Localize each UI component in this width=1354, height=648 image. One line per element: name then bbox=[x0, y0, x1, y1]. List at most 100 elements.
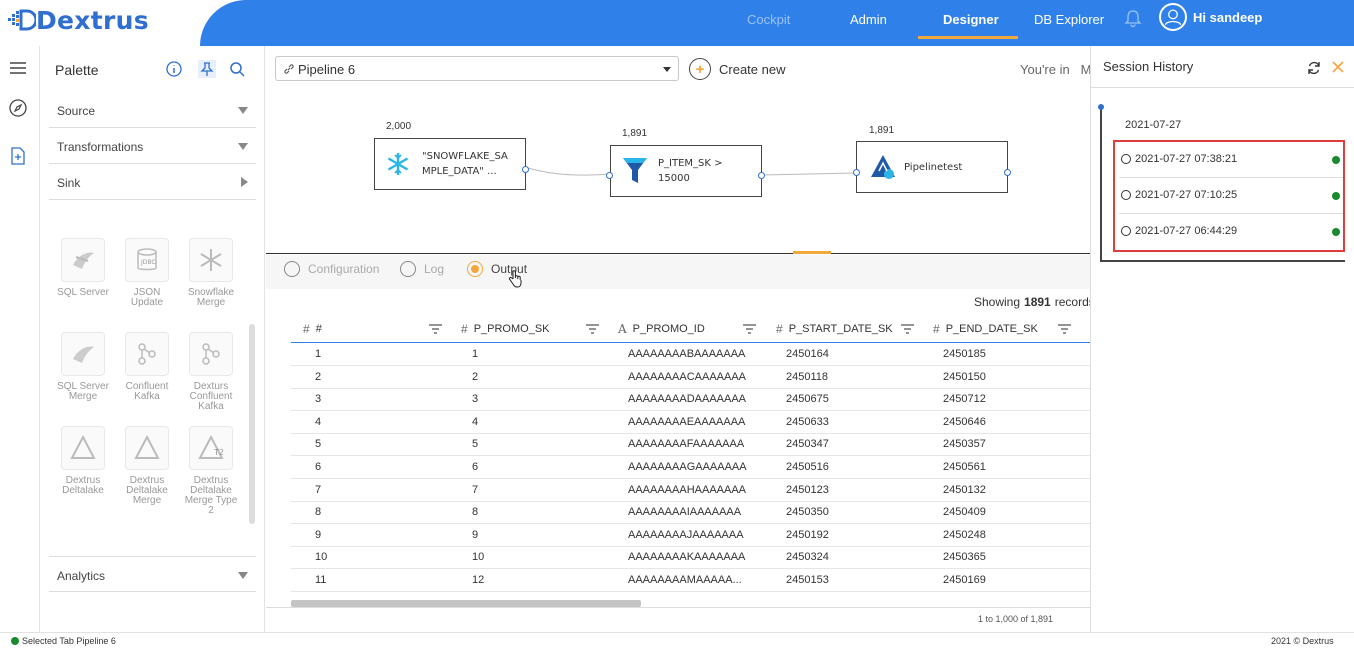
column-header[interactable]: # P_START_DATE_SK bbox=[776, 322, 893, 336]
pipeline-select[interactable]: Pipeline 6 bbox=[275, 56, 679, 81]
nav-db-explorer[interactable]: DB Explorer bbox=[1034, 12, 1104, 27]
palette-tile-dextrus-deltalake[interactable]: Dextrus Deltalake bbox=[53, 426, 113, 496]
refresh-icon[interactable] bbox=[1307, 61, 1321, 75]
filter-menu-icon[interactable] bbox=[901, 324, 914, 334]
table-cell: 7 bbox=[315, 483, 322, 496]
table-row[interactable]: 3 3 AAAAAAAADAAAAAAA 2450675 2450712 bbox=[291, 388, 1090, 412]
palette-tile-sql-server[interactable]: SQL Server bbox=[53, 238, 113, 298]
table-row[interactable]: 6 6 AAAAAAAAGAAAAAAA 2450516 2450561 bbox=[291, 456, 1090, 479]
bell-icon[interactable] bbox=[1123, 8, 1143, 28]
plus-icon: + bbox=[689, 58, 711, 80]
table-cell: 3 bbox=[315, 393, 322, 406]
palette-section-analytics[interactable]: Analytics bbox=[49, 556, 256, 592]
table-row[interactable]: 7 7 AAAAAAAAHAAAAAAA 2450123 2450132 bbox=[291, 479, 1090, 502]
tab-log[interactable]: Log bbox=[400, 261, 444, 277]
panel-splitter[interactable] bbox=[266, 253, 1090, 254]
table-cell: AAAAAAAAGAAAAAAA bbox=[628, 461, 747, 473]
palette-scrollbar[interactable] bbox=[249, 324, 255, 524]
add-pipeline-icon[interactable] bbox=[8, 146, 28, 166]
section-label: Transformations bbox=[57, 140, 144, 154]
session-items-highlight: 2021-07-27 07:38:21 2021-07-27 07:10:25 … bbox=[1113, 140, 1345, 252]
grid-horizontal-scrollbar[interactable] bbox=[291, 600, 641, 607]
table-row[interactable]: 10 10 AAAAAAAAKAAAAAAA 2450324 2450365 bbox=[291, 546, 1090, 570]
table-row[interactable]: 4 4 AAAAAAAAEAAAAAAA 2450633 2450646 bbox=[291, 411, 1090, 434]
close-icon[interactable] bbox=[1331, 60, 1345, 74]
palette-tile-dextrus-deltalake-merge[interactable]: Dextrus Deltalake Merge bbox=[117, 426, 177, 506]
column-name: P_PROMO_ID bbox=[632, 323, 705, 335]
table-row[interactable]: 5 5 AAAAAAAAFAAAAAAA 2450347 2450357 bbox=[291, 433, 1090, 457]
footer-copyright: 2021 © Dextrus bbox=[1271, 636, 1334, 646]
node-label-line1: "SNOWFLAKE_SA bbox=[422, 151, 508, 162]
deltalake-merge-type2-icon: T2 bbox=[198, 434, 224, 459]
filter-menu-icon[interactable] bbox=[1058, 324, 1071, 334]
palette-tile-dextrus-deltalake-merge-type-2[interactable]: T2 Dextrus Deltalake Merge Type 2 bbox=[181, 426, 241, 516]
pipeline-node-filter[interactable]: P_ITEM_SK > 15000 bbox=[610, 145, 762, 197]
grid-header: # # # P_PROMO_SK A P_PROMO_ID # P_START_DATE… bbox=[291, 317, 1090, 343]
clock-icon bbox=[1121, 226, 1131, 236]
filter-menu-icon[interactable] bbox=[586, 324, 599, 334]
table-row[interactable]: 8 8 AAAAAAAAIAAAAAAA 2450350 2450409 bbox=[291, 501, 1090, 525]
column-header[interactable]: # P_END_DATE_SK bbox=[933, 322, 1038, 336]
palette-section-source[interactable]: Source bbox=[49, 92, 256, 128]
tab-configuration[interactable]: Configuration bbox=[284, 261, 379, 277]
table-cell: 2450350 bbox=[786, 506, 829, 519]
palette-section-sink[interactable]: Sink bbox=[49, 164, 256, 200]
pipeline-node-source[interactable]: "SNOWFLAKE_SA MPLE_DATA" ... bbox=[374, 138, 526, 190]
column-header[interactable]: # P_PROMO_SK bbox=[461, 322, 550, 336]
session-date: 2021-07-27 bbox=[1125, 119, 1182, 131]
input-port[interactable] bbox=[853, 169, 860, 176]
nav-admin[interactable]: Admin bbox=[850, 12, 887, 27]
hamburger-menu-icon[interactable] bbox=[8, 58, 28, 78]
palette-tile-json-update[interactable]: JDBC JSON Update bbox=[117, 238, 177, 308]
showing-label: Showing bbox=[974, 295, 1021, 309]
session-history-title: Session History bbox=[1103, 59, 1194, 74]
table-row[interactable]: 1 1 AAAAAAAABAAAAAAA 2450164 2450185 bbox=[291, 343, 1090, 366]
input-port[interactable] bbox=[606, 172, 613, 179]
table-row[interactable]: 9 9 AAAAAAAAJAAAAAAA 2450192 2450248 bbox=[291, 524, 1090, 547]
records-count: Showing 1891 records bbox=[974, 295, 1095, 309]
palette-tile-snowflake-merge[interactable]: Snowflake Merge bbox=[181, 238, 241, 308]
session-item[interactable]: 2021-07-27 06:44:29 bbox=[1119, 214, 1343, 250]
pipeline-node-sink[interactable]: Pipelinetest bbox=[856, 141, 1008, 193]
table-row[interactable]: 11 12 AAAAAAAAMAAAAA... 2450153 2450169 bbox=[291, 569, 1090, 592]
filter-menu-icon[interactable] bbox=[743, 324, 756, 334]
palette-tile-dexturs-confluent-kafka[interactable]: Dexturs Confluent Kafka bbox=[181, 332, 241, 412]
nav-cockpit[interactable]: Cockpit bbox=[747, 12, 790, 27]
table-cell: 10 bbox=[315, 551, 328, 564]
output-port[interactable] bbox=[1004, 169, 1011, 176]
output-port[interactable] bbox=[522, 166, 529, 173]
showing-count: 1891 bbox=[1024, 295, 1051, 309]
palette-section-transformations[interactable]: Transformations bbox=[49, 128, 256, 164]
deltalake-sink-icon bbox=[871, 155, 895, 179]
user-avatar-icon[interactable] bbox=[1159, 3, 1187, 31]
kafka-icon bbox=[202, 343, 220, 365]
info-icon[interactable] bbox=[165, 60, 183, 78]
nav-active-indicator bbox=[918, 36, 1018, 39]
table-cell: 6 bbox=[315, 461, 322, 473]
session-item[interactable]: 2021-07-27 07:10:25 bbox=[1119, 178, 1343, 214]
node-label-line1: Pipelinetest bbox=[904, 162, 963, 173]
table-cell: 2450409 bbox=[943, 506, 986, 519]
search-icon[interactable] bbox=[228, 60, 246, 78]
logo[interactable]: Dextrus bbox=[6, 6, 149, 35]
session-history-panel: Session History 2021-07-27 2021-07-27 07… bbox=[1090, 46, 1354, 632]
palette-tile-sql-server-merge[interactable]: SQL Server Merge bbox=[53, 332, 113, 402]
output-port[interactable] bbox=[758, 172, 765, 179]
table-row[interactable]: 2 2 AAAAAAAACAAAAAAA 2450118 2450150 bbox=[291, 366, 1090, 389]
column-header[interactable]: A P_PROMO_ID bbox=[618, 322, 705, 336]
nav-designer[interactable]: Designer bbox=[943, 12, 999, 27]
tile-label: Dextrus Deltalake Merge bbox=[126, 475, 168, 506]
splitter-handle[interactable] bbox=[793, 251, 831, 254]
compass-icon[interactable] bbox=[8, 98, 28, 118]
user-greeting[interactable]: Hi sandeep bbox=[1193, 10, 1262, 25]
session-item[interactable]: 2021-07-27 07:38:21 bbox=[1119, 142, 1343, 178]
filter-menu-icon[interactable] bbox=[429, 324, 442, 334]
pipeline-canvas[interactable]: 2,000 "SNOWFLAKE_SA MPLE_DATA" ... 1,891… bbox=[266, 106, 1090, 254]
column-header[interactable]: # # bbox=[303, 322, 322, 336]
column-type-icon: # bbox=[303, 322, 310, 336]
palette-tile-confluent-kafka[interactable]: Confluent Kafka bbox=[117, 332, 177, 402]
table-cell: 9 bbox=[472, 528, 479, 541]
pin-icon[interactable] bbox=[198, 60, 216, 78]
create-new-button[interactable]: + Create new bbox=[689, 57, 785, 81]
palette-panel: Palette Source Transformations Sink SQL … bbox=[41, 46, 265, 632]
